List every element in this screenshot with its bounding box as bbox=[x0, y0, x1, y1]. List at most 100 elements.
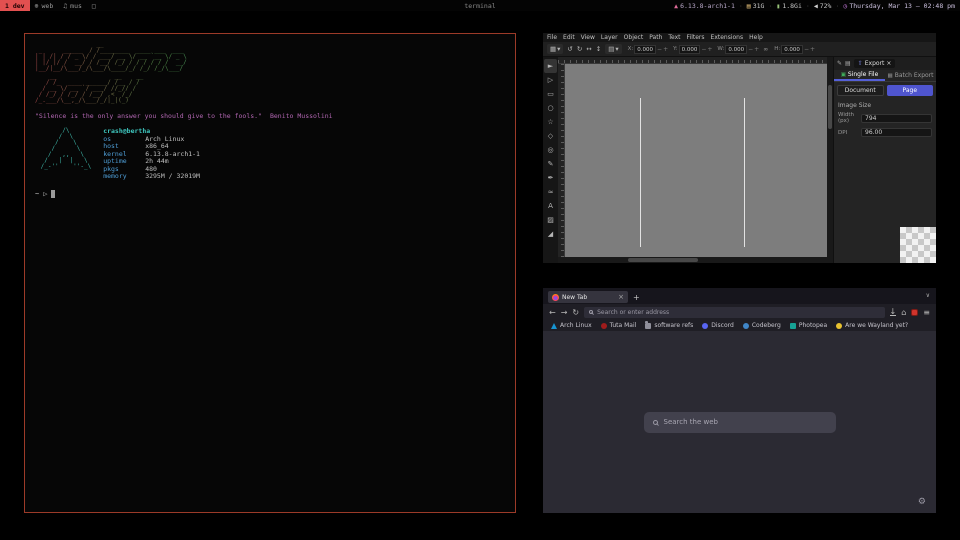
menu-help[interactable]: Help bbox=[749, 34, 763, 41]
field-value[interactable]: 0.000 bbox=[781, 45, 803, 54]
ellipse-tool[interactable]: ○ bbox=[544, 101, 557, 115]
vertical-ruler[interactable] bbox=[558, 64, 565, 257]
box3d-tool[interactable]: ◇ bbox=[544, 129, 557, 143]
workspace-button-1[interactable]: 1 dev bbox=[0, 0, 30, 11]
menu-text[interactable]: Text bbox=[668, 34, 680, 41]
field-label: H: bbox=[774, 46, 780, 52]
workspace-button-2[interactable]: ⊕web bbox=[30, 0, 59, 11]
kernel-text: 6.13.8-arch1-1 bbox=[680, 2, 735, 10]
shell-prompt[interactable]: ~ ▷ bbox=[35, 190, 507, 198]
gear-icon[interactable]: ⚙ bbox=[918, 497, 926, 507]
menu-edit[interactable]: Edit bbox=[563, 34, 575, 41]
bookmark-software-refs[interactable]: software refs bbox=[645, 322, 693, 329]
text-cursor bbox=[51, 190, 55, 198]
tab-list-chevron-icon[interactable]: ∨ bbox=[926, 292, 930, 299]
bookmark-discord[interactable]: Discord bbox=[702, 322, 734, 329]
scrollbar-thumb[interactable] bbox=[628, 258, 698, 262]
increment-icon[interactable]: + bbox=[754, 46, 759, 53]
spiral-tool[interactable]: ◎ bbox=[544, 143, 557, 157]
star-tool[interactable]: ☆ bbox=[544, 115, 557, 129]
dropper-tool[interactable]: ◢ bbox=[544, 227, 557, 241]
rectangle-tool[interactable]: ▭ bbox=[544, 87, 557, 101]
decrement-icon[interactable]: − bbox=[701, 46, 706, 53]
workspace-button-4[interactable]: □ bbox=[87, 0, 101, 11]
field-value[interactable]: 0.000 bbox=[725, 45, 747, 54]
rotate-cw-icon[interactable]: ↻ bbox=[577, 45, 582, 53]
calligraphy-tool[interactable]: ≈ bbox=[544, 185, 557, 199]
menu-extensions[interactable]: Extensions bbox=[711, 34, 744, 41]
flip-vertical-icon[interactable]: ↕ bbox=[596, 45, 601, 53]
field-y[interactable]: Y:0.000−+ bbox=[673, 45, 712, 54]
downloads-icon[interactable]: ↓ bbox=[890, 308, 897, 316]
export-dialog-tab[interactable]: ⇧ Export × bbox=[854, 59, 896, 68]
scrollbar-thumb[interactable] bbox=[828, 85, 832, 129]
bookmark-photopea[interactable]: Photopea bbox=[790, 322, 827, 329]
increment-icon[interactable]: + bbox=[663, 46, 668, 53]
decrement-icon[interactable]: − bbox=[748, 46, 753, 53]
url-bar[interactable]: Search or enter address bbox=[584, 307, 884, 318]
back-icon[interactable]: ← bbox=[549, 308, 556, 317]
flip-horizontal-icon[interactable]: ↔ bbox=[586, 45, 591, 53]
pencil-icon[interactable]: ✎ bbox=[837, 60, 842, 67]
tab-batch-export[interactable]: ▦ Batch Export bbox=[885, 70, 936, 81]
rotate-ccw-icon[interactable]: ↺ bbox=[567, 45, 572, 53]
home-icon[interactable]: ⌂ bbox=[901, 308, 906, 317]
gradient-tool[interactable]: ▨ bbox=[544, 213, 557, 227]
pen-tool[interactable]: ✒ bbox=[544, 171, 557, 185]
field-x[interactable]: X:0.000−+ bbox=[628, 45, 668, 54]
menu-filters[interactable]: Filters bbox=[687, 34, 705, 41]
node-tool[interactable]: ▷ bbox=[544, 73, 557, 87]
increment-icon[interactable]: + bbox=[810, 46, 815, 53]
text-tool[interactable]: A bbox=[544, 199, 557, 213]
bookmark-arch-linux[interactable]: Arch Linux bbox=[551, 322, 592, 329]
bookmark-are-we-wayland-yet-[interactable]: Are we Wayland yet? bbox=[836, 322, 908, 329]
ascii-art-back: __ __ __ / /_ ____ ______/ /__ / / / __ … bbox=[35, 74, 507, 104]
reload-icon[interactable]: ↻ bbox=[572, 308, 579, 317]
new-tab-button[interactable]: + bbox=[633, 293, 640, 302]
canvas[interactable] bbox=[565, 64, 827, 257]
selector-tool[interactable]: ► bbox=[544, 59, 557, 73]
web-search-box[interactable]: Search the web bbox=[644, 412, 836, 433]
extension-icon[interactable] bbox=[911, 309, 918, 316]
menu-view[interactable]: View bbox=[581, 34, 595, 41]
field-w[interactable]: W:0.000−+ bbox=[717, 45, 759, 54]
forward-icon[interactable]: → bbox=[561, 308, 568, 317]
grid-icon: ▦ bbox=[550, 45, 556, 53]
browser-tab[interactable]: New Tab × bbox=[548, 291, 628, 303]
menu-file[interactable]: File bbox=[547, 34, 557, 41]
menu-object[interactable]: Object bbox=[624, 34, 644, 41]
inkscape-window[interactable]: File Edit View Layer Object Path Text Filters Ex… bbox=[543, 33, 936, 263]
width-input[interactable]: 794 bbox=[861, 114, 932, 123]
layers-icon[interactable]: ▤ bbox=[845, 60, 851, 67]
field-h[interactable]: H:0.000−+ bbox=[774, 45, 815, 54]
tab-title: New Tab bbox=[562, 294, 587, 301]
horizontal-ruler[interactable] bbox=[558, 57, 827, 64]
horizontal-scrollbar[interactable] bbox=[558, 257, 827, 263]
page-button[interactable]: Page bbox=[887, 85, 934, 96]
tuta-mail-icon bbox=[601, 323, 607, 329]
field-value[interactable]: 0.000 bbox=[634, 45, 656, 54]
pencil-tool[interactable]: ✎ bbox=[544, 157, 557, 171]
close-icon[interactable]: × bbox=[886, 60, 891, 67]
bookmark-tuta-mail[interactable]: Tuta Mail bbox=[601, 322, 637, 329]
terminal-window[interactable]: __ _ _____ / /________ ____ ___ ___ | | … bbox=[24, 33, 516, 513]
raise-lower-dropdown[interactable]: ▤ ▾ bbox=[605, 44, 621, 54]
decrement-icon[interactable]: − bbox=[804, 46, 809, 53]
menu-path[interactable]: Path bbox=[649, 34, 662, 41]
lock-ratio-icon[interactable]: ∞ bbox=[763, 46, 768, 53]
dropdown-icon: ▾ bbox=[615, 45, 618, 53]
decrement-icon[interactable]: − bbox=[657, 46, 662, 53]
field-value[interactable]: 0.000 bbox=[679, 45, 701, 54]
workspace-label: web bbox=[42, 2, 54, 10]
browser-window[interactable]: New Tab × + ∨ ← → ↻ Search or enter addr… bbox=[543, 288, 936, 513]
increment-icon[interactable]: + bbox=[707, 46, 712, 53]
bookmark-codeberg[interactable]: Codeberg bbox=[743, 322, 781, 329]
tab-close-icon[interactable]: × bbox=[618, 293, 624, 301]
selection-mode-dropdown[interactable]: ▦ ▾ bbox=[547, 44, 563, 54]
menu-layer[interactable]: Layer bbox=[601, 34, 618, 41]
dpi-input[interactable]: 96.00 bbox=[861, 128, 932, 137]
workspace-button-3[interactable]: ♫mus bbox=[58, 0, 87, 11]
document-button[interactable]: Document bbox=[837, 85, 884, 96]
menu-icon[interactable]: ≡ bbox=[923, 308, 930, 317]
tab-single-file[interactable]: ▣ Single File bbox=[834, 70, 885, 81]
